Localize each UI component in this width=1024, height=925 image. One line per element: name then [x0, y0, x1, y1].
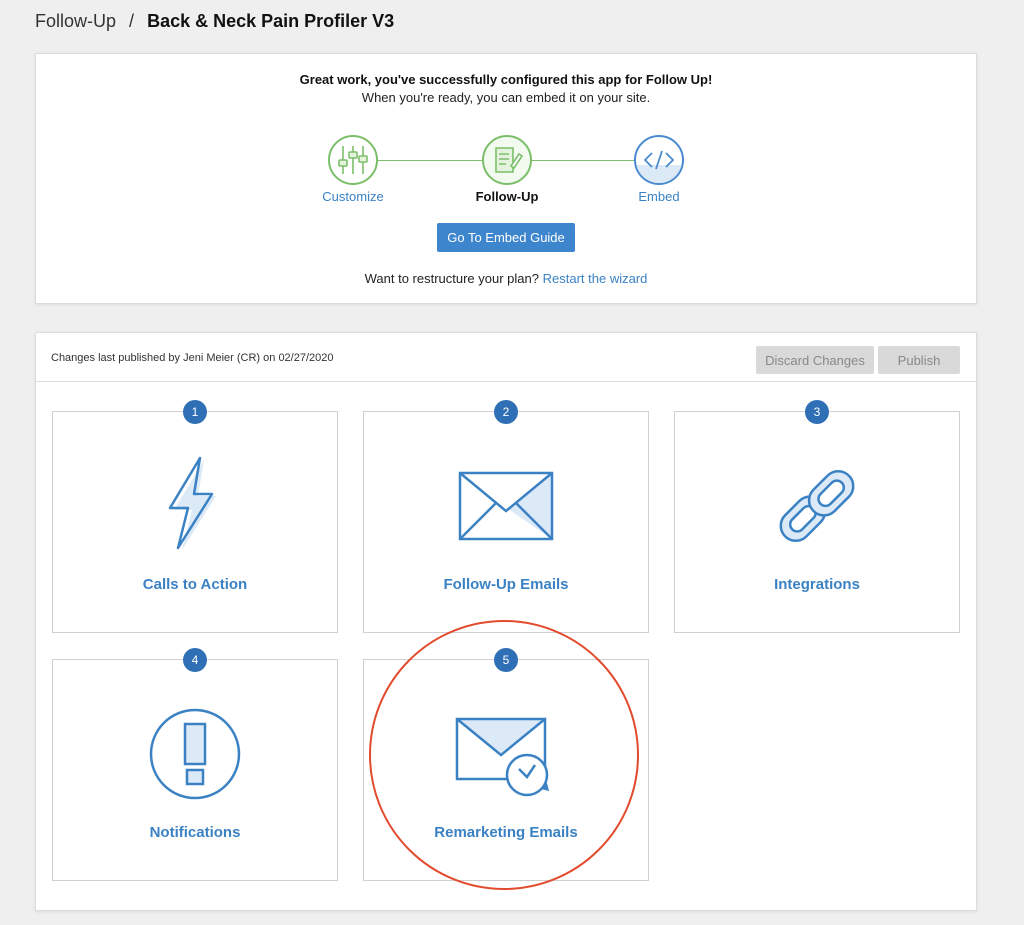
- step-number-badge: 3: [805, 400, 829, 424]
- step-number-badge: 4: [183, 648, 207, 672]
- tile-label: Calls to Action: [142, 576, 248, 593]
- tile-notifications[interactable]: 4 Notifications: [52, 648, 338, 881]
- breadcrumb: Follow-Up / Back & Neck Pain Profiler V3: [35, 11, 394, 32]
- envelope-icon: [458, 471, 554, 541]
- breadcrumb-parent[interactable]: Follow-Up: [35, 11, 116, 31]
- tile-label: Remarketing Emails: [434, 824, 578, 841]
- restart-wizard-link[interactable]: Restart the wizard: [543, 271, 648, 286]
- wizard-subtitle: When you're ready, you can embed it on y…: [361, 90, 651, 105]
- step-follow-up[interactable]: Follow-Up: [457, 135, 557, 204]
- tile-label: Integrations: [774, 576, 860, 593]
- restructure-text: Want to restructure your plan?: [364, 271, 539, 286]
- wizard-title: Great work, you've successfully configur…: [299, 72, 713, 87]
- step-customize[interactable]: Customize: [303, 135, 403, 204]
- step-number-badge: 5: [494, 648, 518, 672]
- embed-guide-button[interactable]: Go To Embed Guide: [437, 223, 575, 252]
- step-label: Embed: [638, 189, 680, 204]
- follow-up-options-card: Changes last published by Jeni Meier (CR…: [35, 332, 977, 911]
- document-pen-icon: [482, 135, 532, 185]
- publish-bar: Changes last published by Jeni Meier (CR…: [36, 333, 976, 382]
- step-label: Follow-Up: [475, 189, 539, 204]
- link-icon: [779, 469, 855, 543]
- tile-integrations[interactable]: 3 Integrations: [674, 400, 960, 633]
- sliders-icon: [328, 135, 378, 185]
- envelope-clock-icon: [455, 717, 549, 797]
- publish-button[interactable]: Publish: [878, 346, 960, 374]
- alert-icon: [149, 708, 241, 800]
- code-icon: [634, 135, 684, 185]
- tile-follow-up-emails[interactable]: 2 Follow-Up Emails: [363, 400, 649, 633]
- lightning-icon: [168, 456, 216, 550]
- breadcrumb-separator: /: [129, 11, 135, 31]
- discard-changes-button[interactable]: Discard Changes: [756, 346, 874, 374]
- step-label: Customize: [322, 189, 384, 204]
- tile-label: Notifications: [149, 824, 241, 841]
- restructure-prompt: Want to restructure your plan? Restart t…: [36, 271, 976, 286]
- step-number-badge: 2: [494, 400, 518, 424]
- tile-calls-to-action[interactable]: 1 Calls to Action: [52, 400, 338, 633]
- page-title: Back & Neck Pain Profiler V3: [147, 11, 395, 31]
- step-embed[interactable]: Embed: [609, 135, 709, 204]
- tile-label: Follow-Up Emails: [443, 576, 569, 593]
- publish-status-text: Changes last published by Jeni Meier (CR…: [51, 352, 334, 364]
- step-number-badge: 1: [183, 400, 207, 424]
- tile-remarketing-emails[interactable]: 5 Remarketing Emails: [363, 648, 649, 881]
- setup-wizard-card: Great work, you've successfully configur…: [35, 53, 977, 304]
